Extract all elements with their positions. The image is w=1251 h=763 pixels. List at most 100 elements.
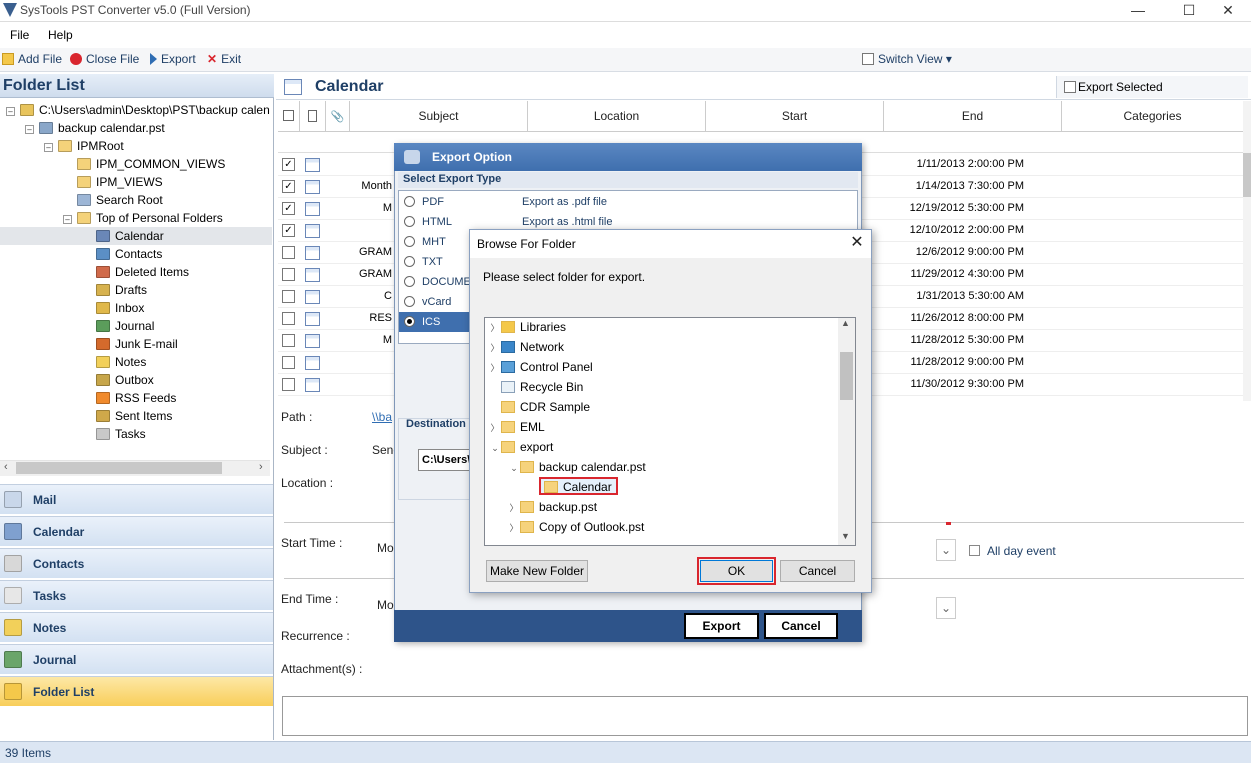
- browse-tree-item[interactable]: Calendar: [527, 477, 618, 497]
- folder-tree-item[interactable]: IPM_COMMON_VIEWS: [0, 155, 272, 173]
- chevron-right-icon[interactable]: 〉: [489, 318, 501, 338]
- browse-tree-item[interactable]: 〉 backup.pst: [508, 497, 597, 517]
- nav-folder-list[interactable]: Folder List: [0, 676, 273, 706]
- browse-tree-item[interactable]: 〉 Libraries: [489, 318, 566, 338]
- row-checkbox[interactable]: [282, 246, 295, 259]
- browse-tree-item[interactable]: 〉 EML: [489, 417, 544, 438]
- menu-file[interactable]: File: [10, 28, 29, 42]
- export-radio[interactable]: [404, 216, 415, 227]
- browse-close-button[interactable]: ✕: [845, 232, 869, 254]
- row-checkbox[interactable]: [282, 312, 295, 325]
- folder-tree-hscroll-thumb[interactable]: [16, 462, 222, 474]
- folder-tree-item[interactable]: – C:\Users\admin\Desktop\PST\backup calen: [0, 101, 272, 119]
- selected-folder-highlight[interactable]: Calendar: [539, 477, 618, 495]
- row-checkbox[interactable]: ✓: [282, 202, 295, 215]
- column-subject[interactable]: Subject: [350, 101, 528, 132]
- column-start[interactable]: Start: [706, 101, 884, 132]
- browse-cancel-button[interactable]: Cancel: [780, 560, 855, 582]
- chevron-right-icon[interactable]: 〉: [489, 418, 501, 438]
- folder-tree-item[interactable]: Deleted Items: [0, 263, 272, 281]
- export-radio[interactable]: [404, 276, 415, 287]
- export-radio[interactable]: [404, 256, 415, 267]
- ok-button[interactable]: OK: [697, 557, 776, 585]
- row-checkbox[interactable]: [282, 268, 295, 281]
- chevron-right-icon[interactable]: 〉: [489, 358, 501, 378]
- minimize-button[interactable]: —: [1115, 0, 1161, 22]
- row-checkbox[interactable]: [282, 290, 295, 303]
- nav-calendar[interactable]: Calendar: [0, 516, 273, 546]
- collapse-icon[interactable]: –: [44, 143, 53, 152]
- row-checkbox[interactable]: ✓: [282, 224, 295, 237]
- export-selected-button[interactable]: Export Selected: [1056, 76, 1248, 98]
- browse-tree-item[interactable]: 〉 Network: [489, 337, 564, 357]
- folder-tree-item[interactable]: Journal: [0, 317, 272, 335]
- chevron-right-icon[interactable]: 〉: [508, 498, 520, 518]
- export-option-pdf[interactable]: PDF Export as .pdf file: [399, 192, 857, 212]
- export-radio[interactable]: [404, 296, 415, 307]
- chevron-right-icon[interactable]: 〉: [489, 338, 501, 358]
- path-link[interactable]: \\ba: [372, 410, 392, 424]
- export-radio[interactable]: [404, 236, 415, 247]
- column-item-type[interactable]: [300, 101, 326, 132]
- start-time-dropdown[interactable]: ⌄: [936, 539, 956, 561]
- exit-button[interactable]: ✕ Exit: [207, 52, 241, 66]
- folder-tree-item[interactable]: Sent Items: [0, 407, 272, 425]
- chevron-down-icon[interactable]: ⌄: [508, 458, 520, 478]
- export-button[interactable]: Export: [150, 52, 196, 66]
- switch-view-button[interactable]: Switch View ▾: [862, 52, 952, 66]
- row-checkbox[interactable]: [282, 378, 295, 391]
- chevron-right-icon[interactable]: 〉: [508, 518, 520, 538]
- body-textarea[interactable]: [282, 696, 1248, 736]
- folder-tree-item[interactable]: IPM_VIEWS: [0, 173, 272, 191]
- row-checkbox[interactable]: ✓: [282, 158, 295, 171]
- export-dialog-cancel-button[interactable]: Cancel: [764, 613, 838, 639]
- folder-tree-item[interactable]: Outbox: [0, 371, 272, 389]
- chevron-down-icon[interactable]: ⌄: [489, 438, 501, 458]
- folder-tree-item[interactable]: Tasks: [0, 425, 272, 443]
- browse-tree-item[interactable]: ⌄ export: [489, 437, 553, 457]
- browse-vscroll-thumb[interactable]: [840, 352, 853, 400]
- export-radio[interactable]: [404, 316, 415, 327]
- close-file-button[interactable]: Close File: [70, 52, 139, 66]
- folder-tree-item[interactable]: RSS Feeds: [0, 389, 272, 407]
- folder-tree-item[interactable]: Contacts: [0, 245, 272, 263]
- folder-tree-item[interactable]: Junk E-mail: [0, 335, 272, 353]
- column-attachment[interactable]: 📎: [326, 101, 350, 132]
- column-end[interactable]: End: [884, 101, 1062, 132]
- row-checkbox[interactable]: [282, 334, 295, 347]
- column-categories[interactable]: Categories: [1062, 101, 1243, 132]
- collapse-icon[interactable]: –: [25, 125, 34, 134]
- browse-tree-item[interactable]: 〉 Control Panel: [489, 357, 592, 378]
- browse-tree-item[interactable]: 〉 Copy of Outlook.pst: [508, 517, 644, 537]
- collapse-icon[interactable]: –: [6, 107, 15, 116]
- row-checkbox[interactable]: [282, 356, 295, 369]
- row-checkbox[interactable]: ✓: [282, 180, 295, 193]
- folder-tree-item[interactable]: Search Root: [0, 191, 272, 209]
- nav-tasks[interactable]: Tasks: [0, 580, 273, 610]
- end-time-dropdown[interactable]: ⌄: [936, 597, 956, 619]
- collapse-icon[interactable]: –: [63, 215, 72, 224]
- folder-tree-item[interactable]: Calendar: [0, 227, 272, 245]
- browse-tree-item[interactable]: CDR Sample: [489, 397, 590, 417]
- folder-tree-item[interactable]: Inbox: [0, 299, 272, 317]
- grid-vscrollbar[interactable]: [1243, 101, 1251, 401]
- export-dialog-export-button[interactable]: Export: [684, 613, 759, 639]
- make-new-folder-button[interactable]: Make New Folder: [486, 560, 588, 582]
- browse-tree-item[interactable]: ⌄ backup calendar.pst: [508, 457, 646, 477]
- add-file-button[interactable]: Add File: [2, 52, 62, 66]
- close-window-button[interactable]: ✕: [1205, 0, 1251, 22]
- column-location[interactable]: Location: [528, 101, 706, 132]
- export-radio[interactable]: [404, 196, 415, 207]
- nav-notes[interactable]: Notes: [0, 612, 273, 642]
- select-all-checkbox[interactable]: [278, 101, 300, 132]
- all-day-checkbox[interactable]: [969, 545, 980, 556]
- menu-help[interactable]: Help: [48, 28, 73, 42]
- folder-tree-item[interactable]: Notes: [0, 353, 272, 371]
- nav-contacts[interactable]: Contacts: [0, 548, 273, 578]
- folder-tree-item[interactable]: – backup calendar.pst: [0, 119, 272, 137]
- browse-tree-item[interactable]: Recycle Bin: [489, 377, 583, 397]
- folder-tree-item[interactable]: Drafts: [0, 281, 272, 299]
- folder-tree-item[interactable]: – IPMRoot: [0, 137, 272, 155]
- nav-journal[interactable]: Journal: [0, 644, 273, 674]
- nav-mail[interactable]: Mail: [0, 484, 273, 514]
